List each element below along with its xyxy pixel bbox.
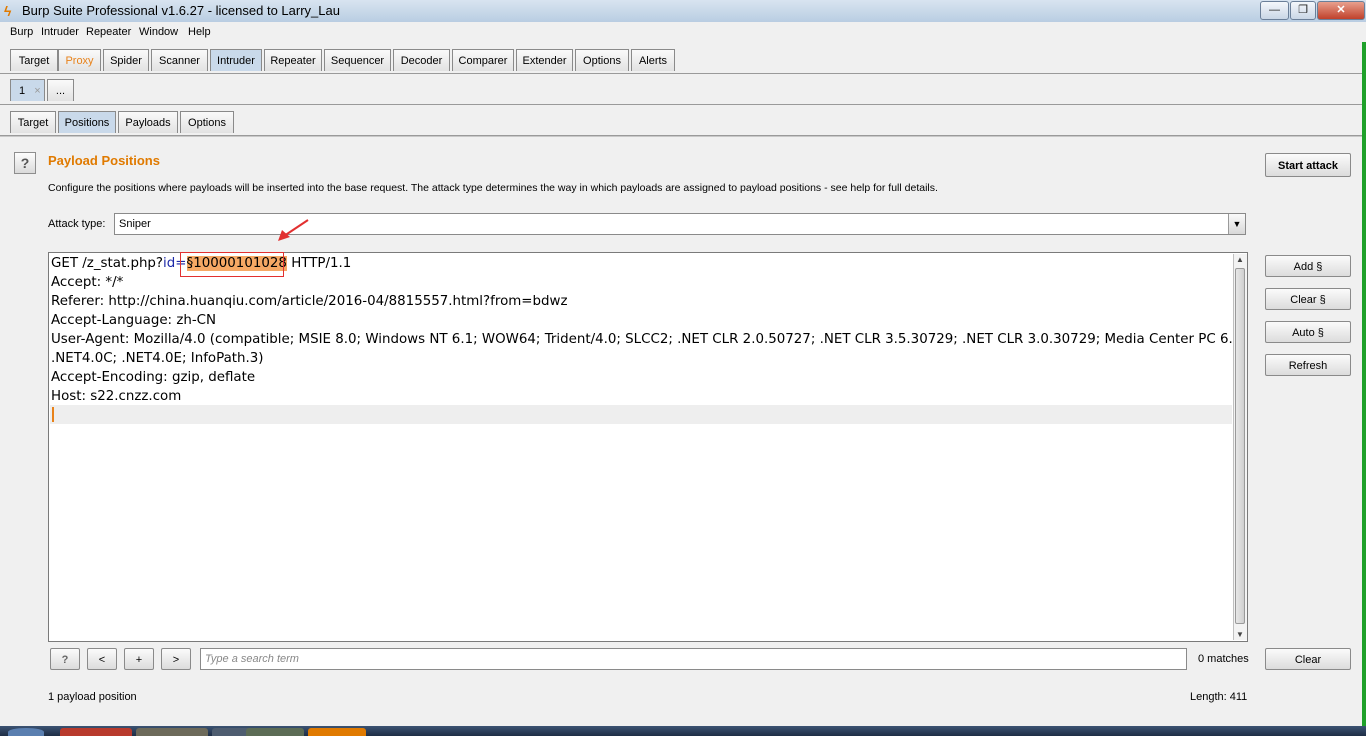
- request-editor[interactable]: GET /z_stat.php?id=§10000101028 HTTP/1.1…: [48, 252, 1248, 642]
- request-protocol: HTTP/1.1: [286, 256, 352, 271]
- annotation-arrow-icon: [278, 219, 309, 241]
- taskbar-burp-button[interactable]: [308, 728, 366, 736]
- tab-decoder[interactable]: Decoder: [393, 49, 450, 71]
- tab-alerts[interactable]: Alerts: [631, 49, 675, 71]
- search-input[interactable]: [200, 648, 1187, 670]
- sub-tab-positions[interactable]: Positions: [58, 111, 116, 133]
- taskbar-app-button[interactable]: [136, 728, 208, 736]
- text-caret: [52, 407, 54, 422]
- menu-bar: Burp Intruder Repeater Window Help: [0, 22, 1366, 42]
- tab-repeater[interactable]: Repeater: [264, 49, 322, 71]
- scroll-down-icon[interactable]: ▼: [1236, 630, 1244, 639]
- request-param-name: id: [163, 256, 176, 271]
- scrollbar-thumb[interactable]: [1235, 268, 1245, 624]
- attack-tab-label: 1: [19, 85, 26, 97]
- burp-logo-icon: ϟ: [4, 3, 12, 19]
- minimize-button[interactable]: —: [1260, 1, 1289, 20]
- tab-sequencer[interactable]: Sequencer: [324, 49, 391, 71]
- title-bar: ϟ Burp Suite Professional v1.6.27 - lice…: [0, 0, 1366, 23]
- window-title: Burp Suite Professional v1.6.27 - licens…: [22, 3, 340, 18]
- sub-tab-target[interactable]: Target: [10, 111, 56, 133]
- menu-intruder[interactable]: Intruder: [41, 26, 79, 39]
- section-description: Configure the positions where payloads w…: [48, 182, 938, 194]
- main-tab-bar: Target Proxy Spider Scanner Intruder Rep…: [0, 46, 1366, 74]
- request-line: Accept-Language: zh-CN: [51, 313, 217, 328]
- intruder-sub-tab-bar: Target Positions Payloads Options: [0, 108, 1366, 136]
- attack-tab-bar: 1 × ...: [0, 74, 1366, 105]
- menu-burp[interactable]: Burp: [10, 26, 33, 39]
- sub-tab-options[interactable]: Options: [180, 111, 234, 133]
- taskbar-app-button[interactable]: [246, 728, 304, 736]
- annotation-highlight-box: [180, 252, 284, 277]
- add-marker-button[interactable]: Add §: [1265, 255, 1351, 277]
- menu-repeater[interactable]: Repeater: [86, 26, 131, 39]
- request-length: Length: 411: [1190, 691, 1248, 703]
- close-tab-icon[interactable]: ×: [34, 85, 40, 97]
- sub-tab-payloads[interactable]: Payloads: [118, 111, 178, 133]
- new-attack-tab[interactable]: ...: [47, 79, 74, 101]
- start-button-icon[interactable]: [8, 728, 44, 736]
- tab-spider[interactable]: Spider: [103, 49, 149, 71]
- section-title: Payload Positions: [48, 153, 160, 168]
- auto-markers-button[interactable]: Auto §: [1265, 321, 1351, 343]
- payload-position-count: 1 payload position: [48, 691, 137, 703]
- tab-extender[interactable]: Extender: [516, 49, 573, 71]
- request-line: Accept-Encoding: gzip, deflate: [51, 370, 256, 385]
- scroll-up-icon[interactable]: ▲: [1236, 255, 1244, 264]
- search-options-button[interactable]: +: [124, 648, 154, 670]
- tab-options[interactable]: Options: [575, 49, 629, 71]
- request-method-path: GET /z_stat.php?: [51, 256, 164, 271]
- search-next-button[interactable]: >: [161, 648, 191, 670]
- attack-type-value: Sniper: [119, 218, 151, 230]
- tab-comparer[interactable]: Comparer: [452, 49, 514, 71]
- maximize-button[interactable]: ❐: [1290, 1, 1316, 20]
- search-help-button[interactable]: ?: [50, 648, 80, 670]
- request-line: .NET4.0C; .NET4.0E; InfoPath.3): [51, 351, 264, 366]
- clear-markers-button[interactable]: Clear §: [1265, 288, 1351, 310]
- search-match-count: 0 matches: [1198, 653, 1249, 665]
- refresh-button[interactable]: Refresh: [1265, 354, 1351, 376]
- close-window-button[interactable]: ✕: [1317, 1, 1365, 20]
- taskbar-app-button[interactable]: [60, 728, 132, 736]
- tab-intruder[interactable]: Intruder: [210, 49, 262, 71]
- tab-proxy[interactable]: Proxy: [58, 49, 101, 71]
- help-icon[interactable]: ?: [14, 152, 36, 174]
- request-line: Host: s22.cnzz.com: [51, 389, 182, 404]
- search-clear-button[interactable]: Clear: [1265, 648, 1351, 670]
- tab-scanner[interactable]: Scanner: [151, 49, 208, 71]
- attack-type-label: Attack type:: [48, 218, 106, 230]
- request-line: User-Agent: Mozilla/4.0 (compatible; MSI…: [51, 332, 1246, 347]
- current-line-highlight: [50, 405, 1232, 424]
- dropdown-arrow-icon[interactable]: ▼: [1228, 214, 1245, 234]
- tab-target[interactable]: Target: [10, 49, 58, 71]
- window-edge: [1362, 42, 1366, 726]
- search-prev-button[interactable]: <: [87, 648, 117, 670]
- menu-help[interactable]: Help: [188, 26, 211, 39]
- menu-window[interactable]: Window: [139, 26, 178, 39]
- request-line: Referer: http://china.huanqiu.com/articl…: [51, 294, 568, 309]
- start-attack-button[interactable]: Start attack: [1265, 153, 1351, 177]
- attack-tab-1[interactable]: 1 ×: [10, 79, 45, 101]
